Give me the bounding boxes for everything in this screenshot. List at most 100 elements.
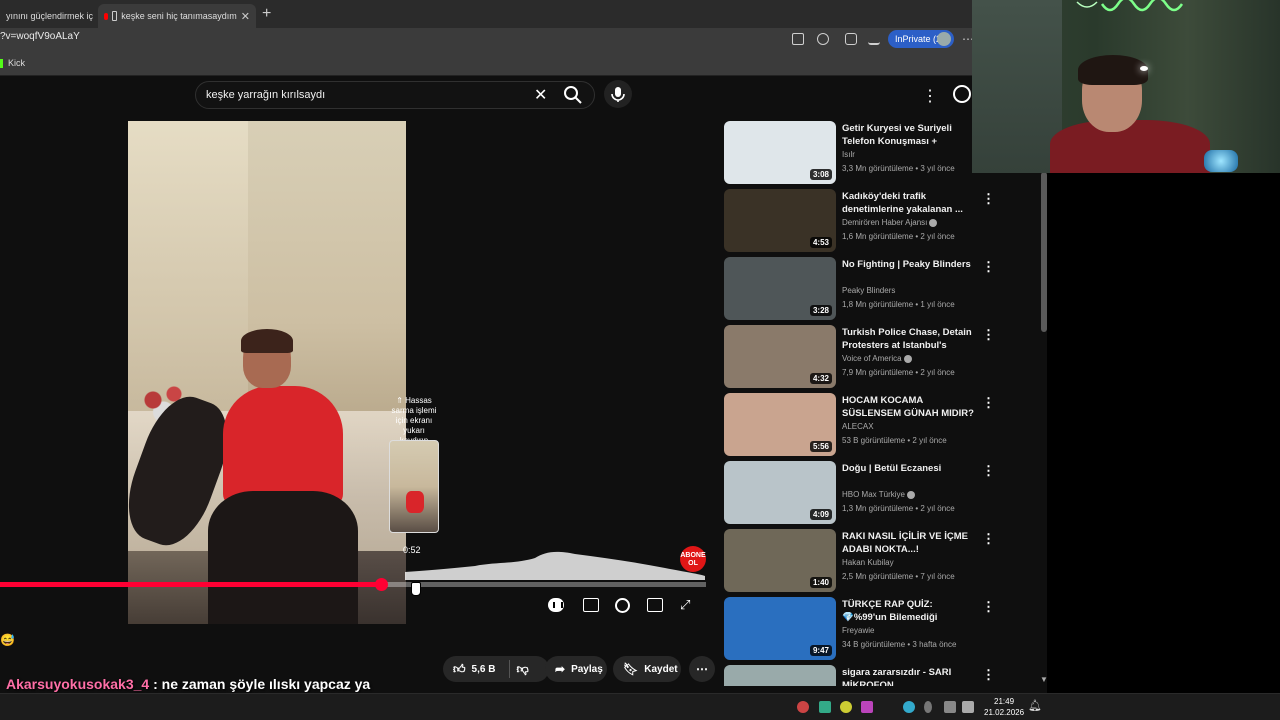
channel-name[interactable]: Peaky Blinders	[842, 286, 895, 295]
video-thumbnail[interactable]: 3:28	[724, 257, 836, 320]
more-actions-button[interactable]: ⋯	[689, 656, 715, 682]
verified-badge-icon	[929, 218, 938, 227]
video-scene-person-body	[223, 386, 343, 506]
recommendation-item[interactable]: 4:32 Turkish Police Chase, Detain Protest…	[724, 325, 1024, 389]
volume-icon[interactable]	[962, 701, 974, 713]
video-title[interactable]: Doğu | Betül Eczanesi	[842, 462, 974, 475]
url-text[interactable]: ?v=woqfV9oALaY	[0, 31, 80, 42]
recommendation-item[interactable]: 9:47 TÜRKÇE RAP QUİZ: 💎%99'un Bilemediği …	[724, 597, 1024, 661]
close-tab-icon[interactable]: ✕	[241, 10, 250, 23]
notification-bell-icon[interactable]: 🔔︎	[1028, 699, 1042, 712]
item-menu-icon[interactable]: ⋮	[982, 667, 995, 683]
channel-name[interactable]: ALECAX	[842, 422, 874, 431]
item-menu-icon[interactable]: ⋮	[982, 259, 995, 275]
tray-app-icon[interactable]	[819, 701, 831, 713]
video-thumbnail[interactable]: 3:08	[724, 121, 836, 184]
extensions-icon[interactable]	[845, 33, 857, 45]
video-title[interactable]: TÜRKÇE RAP QUİZ: 💎%99'un Bilemediği Soru…	[842, 598, 974, 624]
video-duration: 3:28	[809, 305, 832, 316]
video-meta: 34 B görüntüleme • 3 hafta önce	[842, 640, 957, 649]
search-icon[interactable]	[560, 82, 586, 108]
video-duration: 9:47	[809, 645, 832, 656]
channel-name[interactable]: Demirören Haber Ajansı	[842, 218, 938, 227]
channel-name[interactable]: Hakan Kubilay	[842, 558, 894, 567]
channel-name[interactable]: Isılr	[842, 150, 855, 159]
recommendation-item[interactable]: 1:40 RAKI NASIL İÇİLİR VE İÇME ADABI NOKT…	[724, 529, 1024, 593]
save-button[interactable]: 🔖︎ Kaydet	[613, 656, 681, 682]
item-menu-icon[interactable]: ⋮	[982, 463, 995, 479]
tray-app-icon[interactable]	[797, 701, 809, 713]
emoji-icon: 😅	[0, 633, 15, 647]
item-menu-icon[interactable]: ⋮	[982, 191, 995, 207]
inprivate-button[interactable]: InPrivate (2)	[888, 30, 954, 48]
video-title[interactable]: sigara zararsızdır - SARI MİKROFON	[842, 666, 974, 686]
recommendation-item[interactable]: 3:28 No Fighting | Peaky Blinders Peaky Bl…	[724, 257, 1024, 321]
webcam-background-door	[972, 0, 1062, 173]
favorite-star-icon[interactable]	[792, 33, 804, 45]
video-thumbnail[interactable]: 4:32	[724, 325, 836, 388]
video-title[interactable]: No Fighting | Peaky Blinders	[842, 258, 974, 271]
video-meta: 53 B görüntüleme • 2 yıl önce	[842, 436, 947, 445]
browser-tab[interactable]: yınını güçlendirmek iç ✕	[0, 4, 96, 28]
recommendation-item[interactable]: 4:53 Kadıköy'deki trafik denetimlerine ya…	[724, 189, 1024, 253]
video-thumbnail[interactable]: 1:40	[724, 529, 836, 592]
account-icon[interactable]	[953, 85, 971, 103]
taskbar-clock[interactable]: 21:49 21.02.2026	[984, 696, 1024, 718]
channel-name[interactable]: Voice of America	[842, 354, 912, 363]
recommendation-item[interactable]: sigara zararsızdır - SARI MİKROFON ⋮	[724, 665, 1024, 686]
video-meta: 1,3 Mn görüntüleme • 2 yıl önce	[842, 504, 955, 513]
channel-name[interactable]: HBO Max Türkiye	[842, 490, 915, 499]
new-tab-icon[interactable]: +	[262, 5, 271, 23]
pause-button[interactable]	[548, 598, 564, 612]
video-thumbnail[interactable]	[724, 665, 836, 686]
video-thumbnail[interactable]: 4:53	[724, 189, 836, 252]
settings-menu-icon[interactable]: ⋮	[922, 86, 938, 106]
tray-app-icon[interactable]	[840, 701, 852, 713]
item-menu-icon[interactable]: ⋮	[982, 395, 995, 411]
recommendation-item[interactable]: 4:09 Doğu | Betül Eczanesi HBO Max Türkiye…	[724, 461, 1024, 525]
browser-tab-active[interactable]: keşke seni hiç tanımasaydım ✕	[98, 4, 256, 28]
network-icon[interactable]	[944, 701, 956, 713]
video-title[interactable]: RAKI NASIL İÇİLİR VE İÇME ADABI NOKTA...…	[842, 530, 974, 556]
video-thumbnail[interactable]: 4:09	[724, 461, 836, 524]
favorites-bar: Kick	[0, 52, 972, 76]
share-button[interactable]: ➦ Paylaş	[545, 656, 607, 682]
fullscreen-icon[interactable]: ⤢	[680, 598, 696, 612]
item-menu-icon[interactable]: ⋮	[982, 327, 995, 343]
video-title[interactable]: Kadıköy'deki trafik denetimlerine yakala…	[842, 190, 974, 216]
tray-app-icon[interactable]	[861, 701, 873, 713]
clear-search-icon[interactable]: ✕	[534, 85, 547, 105]
like-button[interactable]: 👍︎ 5,6 B 👎︎	[443, 656, 549, 682]
video-title[interactable]: Turkish Police Chase, Detain Protesters …	[842, 326, 974, 352]
kick-logo-icon	[0, 59, 3, 68]
video-title[interactable]: HOCAM KOCAMA SÜSLENSEM GÜNAH MIDIR? 😂 ..…	[842, 394, 974, 420]
voice-search-button[interactable]	[604, 80, 632, 108]
video-thumbnail[interactable]: 9:47	[724, 597, 836, 660]
save-label: Kaydet	[644, 663, 678, 675]
video-thumbnail[interactable]: 5:56	[724, 393, 836, 456]
clock-time: 21:49	[994, 697, 1015, 706]
verified-badge-icon	[906, 490, 915, 499]
tray-app-icon[interactable]	[903, 701, 915, 713]
download-icon[interactable]	[868, 33, 880, 45]
channel-label: Peaky Blinders	[842, 286, 896, 295]
search-input[interactable]: keşke yarrağın kırılsaydı ✕	[195, 81, 595, 109]
channel-name[interactable]: Freyawie	[842, 626, 874, 635]
video-frame[interactable]	[128, 121, 406, 624]
microphone-tray-icon[interactable]	[924, 701, 932, 713]
item-menu-icon[interactable]: ⋮	[982, 531, 995, 547]
miniplayer-icon[interactable]	[647, 598, 663, 612]
settings-gear-icon[interactable]	[615, 598, 630, 613]
favorite-kick[interactable]: Kick	[8, 58, 25, 68]
item-menu-icon[interactable]: ⋮	[982, 599, 995, 615]
speaker-icon[interactable]	[112, 11, 118, 21]
video-meta: 7,9 Mn görüntüleme • 2 yıl önce	[842, 368, 955, 377]
subscribe-badge[interactable]: ABONE OL	[680, 546, 706, 572]
microphone-icon	[611, 87, 625, 102]
recommendation-item[interactable]: 5:56 HOCAM KOCAMA SÜSLENSEM GÜNAH MIDIR? …	[724, 393, 1024, 457]
thumbs-down-icon[interactable]: 👎︎	[516, 662, 528, 677]
refresh-icon[interactable]	[817, 33, 829, 45]
video-title[interactable]: Getir Kuryesi ve Suriyeli Telefon Konuşm…	[842, 122, 974, 148]
subtitles-icon[interactable]	[583, 598, 599, 612]
share-icon: ➦	[555, 662, 566, 676]
